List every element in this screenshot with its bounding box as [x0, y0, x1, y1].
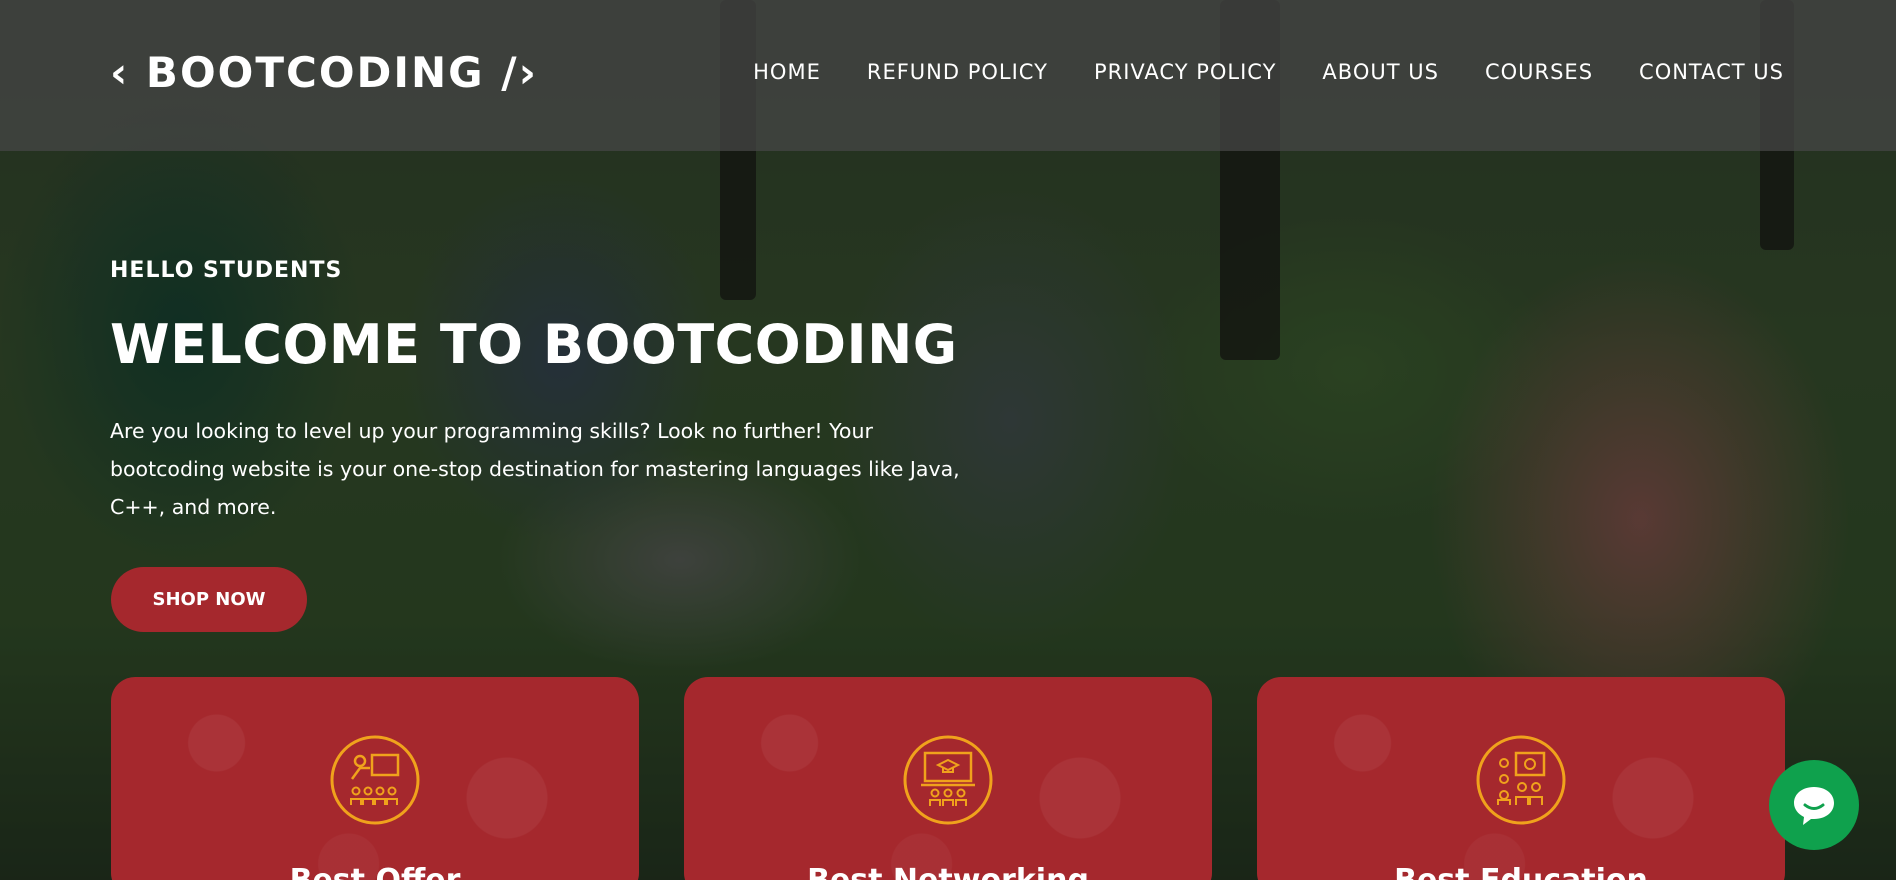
nav-about-us[interactable]: ABOUT US [1322, 60, 1439, 84]
feature-card-best-education[interactable]: Best Education [1257, 677, 1785, 880]
hero-title: WELCOME TO BOOTCODING [110, 313, 958, 376]
nav-privacy-policy[interactable]: PRIVACY POLICY [1094, 60, 1276, 84]
nav-refund-policy[interactable]: REFUND POLICY [867, 60, 1048, 84]
site-logo[interactable]: ‹ BOOTCODING /› [110, 48, 538, 97]
nav-home[interactable]: HOME [753, 60, 821, 84]
feature-card-best-offer[interactable]: Best Offer [111, 677, 639, 880]
chat-button[interactable] [1769, 760, 1859, 850]
chat-bubble-icon [1794, 787, 1834, 825]
hero-eyebrow: HELLO STUDENTS [110, 258, 343, 283]
main-nav: HOME REFUND POLICY PRIVACY POLICY ABOUT … [753, 60, 1784, 84]
feature-card-best-networking[interactable]: Best Networking [684, 677, 1212, 880]
card-title: Best Education [1257, 863, 1785, 880]
team-learning-icon [1476, 735, 1566, 825]
nav-contact-us[interactable]: CONTACT US [1639, 60, 1784, 84]
card-title: Best Networking [684, 863, 1212, 880]
hero-description: Are you looking to level up your program… [110, 419, 960, 519]
graduation-board-icon [903, 735, 993, 825]
teacher-presentation-icon [330, 735, 420, 825]
shop-now-button[interactable]: SHOP NOW [111, 567, 307, 632]
nav-courses[interactable]: COURSES [1485, 60, 1593, 84]
card-title: Best Offer [111, 863, 639, 880]
site-header: ‹ BOOTCODING /› HOME REFUND POLICY PRIVA… [0, 0, 1896, 151]
